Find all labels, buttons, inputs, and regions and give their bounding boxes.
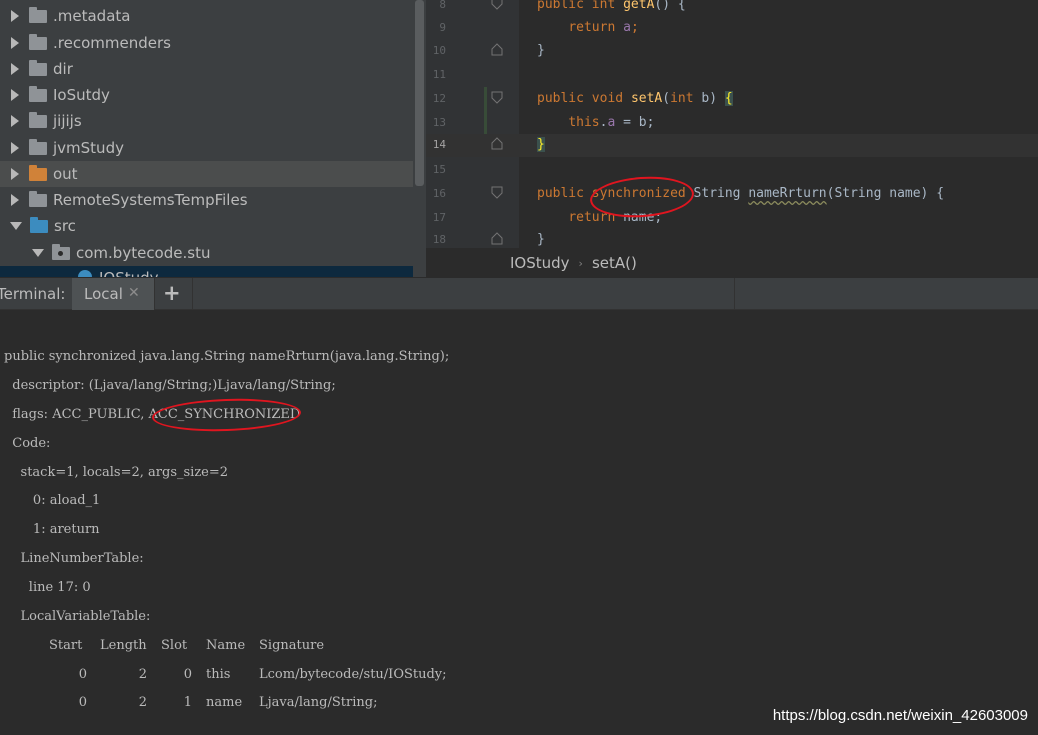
chevron-down-icon[interactable]	[10, 222, 22, 230]
lvt-header: Slot	[161, 638, 188, 653]
code-line[interactable]: 15	[426, 159, 1038, 182]
folder-icon	[29, 138, 47, 155]
lvt-cell: Ljava/lang/String;	[259, 695, 378, 710]
terminal-line: line 17: 0	[4, 580, 91, 595]
chevron-right-icon[interactable]	[11, 168, 19, 180]
code-line[interactable]: 13 this.a = b;	[426, 112, 1038, 135]
lvt-header: Signature	[259, 638, 325, 653]
code-line[interactable]: 17 return name;	[426, 207, 1038, 230]
terminal-title: Terminal:	[0, 285, 66, 303]
folder-icon	[29, 111, 47, 128]
chevron-right-icon[interactable]	[11, 194, 19, 206]
code-line[interactable]: 11	[426, 64, 1038, 87]
terminal-line: 1: areturn	[4, 522, 100, 537]
code-line[interactable]: 10 }	[426, 40, 1038, 63]
lvt-header: Name	[206, 638, 246, 653]
chevron-right-icon[interactable]	[11, 142, 19, 154]
divider	[154, 278, 155, 310]
chevron-right-icon[interactable]	[11, 10, 19, 22]
lvt-cell: 2	[138, 667, 147, 682]
close-tab-icon[interactable]: ✕	[128, 285, 140, 301]
tree-item-recommenders[interactable]: .recommenders	[0, 30, 413, 56]
fold-end-icon[interactable]	[491, 232, 503, 245]
code-line[interactable]: 9 return a;	[426, 17, 1038, 40]
breadcrumb-separator: ›	[578, 256, 583, 270]
code-line[interactable]: 18 }	[426, 229, 1038, 248]
code-line[interactable]: 12 public void setA(int b) {	[426, 88, 1038, 111]
fold-end-icon[interactable]	[491, 137, 503, 150]
chevron-right-icon[interactable]	[11, 37, 19, 49]
tree-item-iostudy-partial[interactable]: IOStudy	[0, 266, 426, 277]
divider	[192, 278, 193, 310]
folder-icon	[29, 85, 47, 102]
terminal-line: stack=1, locals=2, args_size=2	[4, 465, 229, 480]
code-line[interactable]: 8 public int getA() {	[426, 0, 1038, 17]
divider	[734, 278, 735, 310]
tree-item-package[interactable]: com.bytecode.stu	[0, 240, 413, 266]
lvt-cell: Lcom/bytecode/stu/IOStudy;	[259, 667, 447, 682]
tree-item-dir[interactable]: dir	[0, 56, 413, 82]
add-terminal-icon[interactable]: +	[163, 281, 181, 305]
code-line-current[interactable]: 14 }	[426, 134, 1038, 157]
folder-icon	[29, 164, 47, 181]
tree-scrollbar-thumb[interactable]	[415, 0, 424, 186]
breadcrumb-class[interactable]: IOStudy	[510, 254, 570, 272]
breadcrumb: IOStudy › setA()	[426, 248, 1038, 278]
lvt-cell: 0	[183, 667, 192, 682]
terminal-line: LineNumberTable:	[4, 551, 144, 566]
folder-icon	[29, 190, 47, 207]
lvt-cell: 1	[183, 695, 192, 710]
fold-icon[interactable]	[491, 186, 503, 199]
lvt-cell: name	[206, 695, 243, 710]
chevron-down-icon[interactable]	[32, 249, 44, 257]
chevron-right-icon[interactable]	[11, 63, 19, 75]
tree-scrollbar[interactable]	[413, 0, 426, 277]
lvt-cell: 2	[138, 695, 147, 710]
watermark: https://blog.csdn.net/weixin_42603009	[772, 707, 1028, 724]
tree-item-out[interactable]: out	[0, 161, 413, 187]
terminal-output[interactable]: public synchronized java.lang.String nam…	[0, 310, 1038, 735]
tree-item-jvmstudy[interactable]: jvmStudy	[0, 135, 413, 161]
terminal-line: LocalVariableTable:	[4, 609, 151, 624]
class-icon	[78, 270, 92, 277]
tree-item-remotesystemstempfiles[interactable]: RemoteSystemsTempFiles	[0, 187, 413, 213]
fold-icon[interactable]	[491, 0, 503, 10]
lvt-header: Start	[49, 638, 83, 653]
tree-item-iosutdy[interactable]: IoSutdy	[0, 82, 413, 108]
lvt-cell: 0	[78, 667, 87, 682]
folder-icon	[29, 59, 47, 76]
terminal-line: public synchronized java.lang.String nam…	[4, 349, 450, 364]
tree-item-metadata[interactable]: .metadata	[0, 3, 413, 29]
lvt-cell: this	[206, 667, 231, 682]
lvt-header: Length	[100, 638, 147, 653]
project-tree: .metadata .recommenders dir IoSutdy jiji…	[0, 0, 426, 277]
terminal-toolbar: Terminal: Local ✕ +	[0, 278, 1038, 310]
code-editor[interactable]: 8 public int getA() { 9 return a; 10 } 1…	[426, 0, 1038, 248]
fold-end-icon[interactable]	[491, 43, 503, 56]
terminal-line: flags: ACC_PUBLIC, ACC_SYNCHRONIZED	[4, 407, 301, 422]
folder-icon	[29, 33, 47, 50]
code-line[interactable]: 16 public synchronized String nameRrturn…	[426, 183, 1038, 206]
terminal-line: Code:	[4, 436, 51, 451]
chevron-right-icon[interactable]	[11, 89, 19, 101]
terminal-line: 0: aload_1	[4, 493, 101, 508]
fold-icon[interactable]	[491, 91, 503, 104]
tree-item-src[interactable]: src	[0, 213, 413, 239]
source-folder-icon	[30, 216, 48, 233]
package-icon	[52, 243, 70, 260]
breadcrumb-method[interactable]: setA()	[592, 254, 637, 272]
terminal-tab-local[interactable]: Local	[72, 278, 154, 310]
chevron-right-icon[interactable]	[11, 115, 19, 127]
lvt-cell: 0	[78, 695, 87, 710]
tree-item-jijijs[interactable]: jijijs	[0, 108, 413, 134]
terminal-line: descriptor: (Ljava/lang/String;)Ljava/la…	[4, 378, 336, 393]
folder-icon	[29, 6, 47, 23]
